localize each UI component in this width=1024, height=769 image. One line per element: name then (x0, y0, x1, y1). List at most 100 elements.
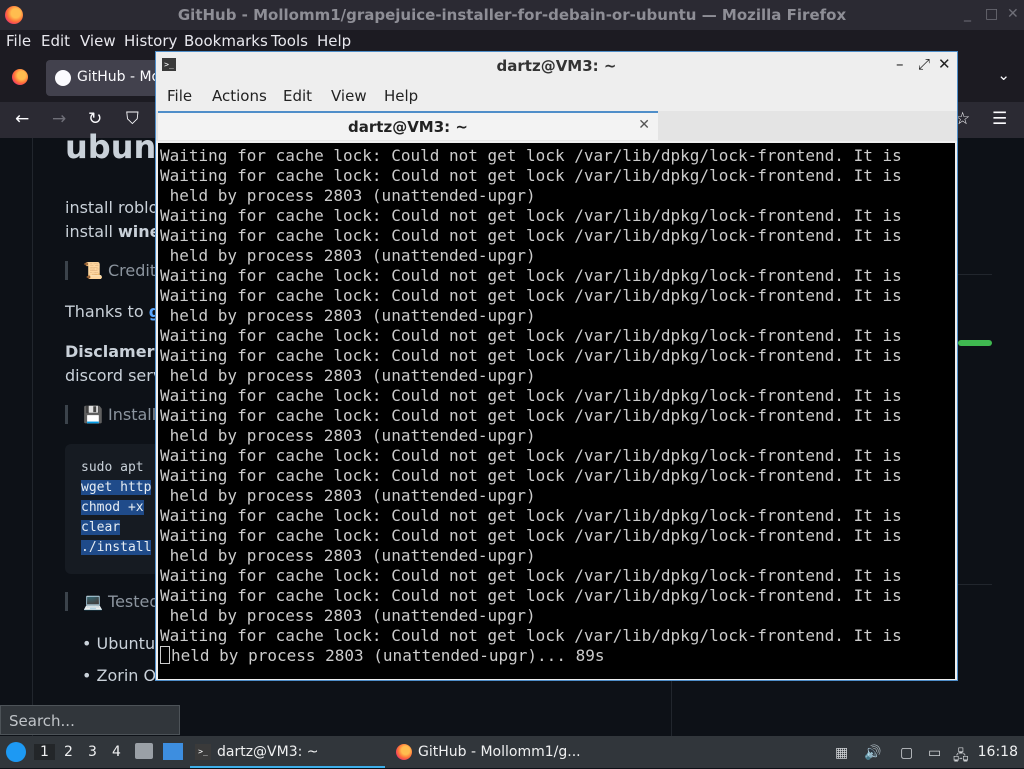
terminal-line: held by process 2803 (unattended-upgr) (160, 426, 536, 445)
terminal-line: held by process 2803 (unattended-upgr) (160, 186, 536, 205)
menu-tools[interactable]: Tools (271, 32, 308, 50)
menu-file[interactable]: File (6, 32, 31, 50)
menu-edit[interactable]: Edit (41, 32, 70, 50)
terminal-titlebar[interactable]: >_ dartz@VM3: ~ – ⤢ ✕ (156, 52, 957, 79)
menu-help[interactable]: Help (317, 32, 351, 50)
forward-icon[interactable]: → (52, 109, 66, 129)
terminal-line: Waiting for cache lock: Could not get lo… (160, 466, 902, 485)
terminal-line: Waiting for cache lock: Could not get lo… (160, 506, 902, 525)
terminal-line: Waiting for cache lock: Could not get lo… (160, 146, 902, 165)
app-menu-icon[interactable]: ☰ (992, 109, 1007, 129)
firefox-titlebar: GitHub - Mollomm1/grapejuice-installer-f… (0, 0, 1024, 30)
maximize-icon[interactable]: □ (985, 6, 998, 22)
launcher-search-input[interactable]: Search... (0, 705, 180, 735)
code-line: sudo apt (81, 460, 144, 475)
term-menu-view[interactable]: View (331, 87, 367, 105)
terminal-tab-label: dartz@VM3: ~ (348, 118, 468, 136)
thanks-prefix: Thanks to (65, 302, 149, 321)
install-code-block[interactable]: sudo apt wget http chmod +x clear ./inst… (65, 444, 165, 574)
task-firefox[interactable]: GitHub - Mollomm1/g... (390, 736, 590, 768)
clock: 16:18 (977, 744, 1018, 760)
terminal-line: Waiting for cache lock: Could not get lo… (160, 286, 902, 305)
workspace-4[interactable]: 4 (112, 744, 121, 760)
firefox-menubar: File Edit View History Bookmarks Tools H… (0, 30, 1024, 52)
reload-icon[interactable]: ↻ (88, 109, 102, 129)
terminal-line: Waiting for cache lock: Could not get lo… (160, 226, 902, 245)
terminal-line: held by process 2803 (unattended-upgr)..… (160, 646, 604, 666)
terminal-line: held by process 2803 (unattended-upgr) (160, 246, 536, 265)
terminal-line: held by process 2803 (unattended-upgr) (160, 486, 536, 505)
terminal-line: held by process 2803 (unattended-upgr) (160, 546, 536, 565)
clipboard-icon[interactable]: ▦ (835, 745, 848, 761)
notes-icon[interactable]: ▢ (900, 745, 913, 761)
terminal-line: Waiting for cache lock: Could not get lo… (160, 406, 902, 425)
terminal-line: Waiting for cache lock: Could not get lo… (160, 386, 902, 405)
terminal-line: Waiting for cache lock: Could not get lo… (160, 346, 902, 365)
term-menu-edit[interactable]: Edit (283, 87, 312, 105)
minimize-icon[interactable]: – (896, 55, 904, 73)
close-icon[interactable]: ✕ (938, 55, 951, 73)
task-terminal-label: dartz@VM3: ~ (217, 744, 319, 760)
terminal-icon: >_ (195, 744, 211, 760)
terminal-tab[interactable]: dartz@VM3: ~ ✕ (158, 111, 658, 140)
file-manager-icon[interactable] (135, 743, 153, 759)
terminal-tabbar: dartz@VM3: ~ ✕ (156, 111, 957, 141)
code-line: chmod +x (81, 500, 144, 515)
terminal-line: held by process 2803 (unattended-upgr) (160, 606, 536, 625)
taskbar: 1 2 3 4 >_ dartz@VM3: ~ GitHub - Mollomm… (0, 736, 1024, 768)
terminal-cursor (160, 646, 170, 664)
workspace-2[interactable]: 2 (64, 744, 73, 760)
language-bar (958, 340, 992, 346)
close-tab-icon[interactable]: ✕ (638, 117, 650, 133)
terminal-line: Waiting for cache lock: Could not get lo… (160, 326, 902, 345)
terminal-line: Waiting for cache lock: Could not get lo… (160, 586, 902, 605)
term-menu-file[interactable]: File (167, 87, 192, 105)
terminal-window-title: dartz@VM3: ~ (496, 57, 617, 75)
terminal-line: Waiting for cache lock: Could not get lo… (160, 266, 902, 285)
minimize-icon[interactable]: _ (964, 6, 971, 22)
workspace-3[interactable]: 3 (88, 744, 97, 760)
firefox-window-title: GitHub - Mollomm1/grapejuice-installer-f… (177, 6, 847, 24)
maximize-icon[interactable]: ⤢ (918, 55, 930, 73)
display-icon[interactable]: ▭ (928, 745, 941, 761)
terminal-window[interactable]: >_ dartz@VM3: ~ – ⤢ ✕ File Actions Edit … (155, 51, 958, 681)
menu-view[interactable]: View (80, 32, 116, 50)
thanks-text: Thanks to gr (65, 302, 168, 321)
term-menu-actions[interactable]: Actions (212, 87, 267, 105)
network-icon[interactable]: 🖧 (953, 745, 969, 769)
app-launcher-icon[interactable] (6, 742, 26, 762)
volume-icon[interactable]: 🔊 (864, 745, 881, 761)
firefox-icon (396, 744, 412, 760)
back-icon[interactable]: ← (15, 109, 29, 129)
install-heading: 💾 Install (65, 405, 156, 424)
credits-heading: 📜 Credits (65, 261, 164, 280)
terminal-line: Waiting for cache lock: Could not get lo… (160, 526, 902, 545)
firefox-view-icon[interactable] (12, 69, 28, 85)
terminal-line: Waiting for cache lock: Could not get lo… (160, 206, 902, 225)
show-desktop-icon[interactable] (163, 743, 183, 760)
terminal-line: Waiting for cache lock: Could not get lo… (160, 166, 902, 185)
close-icon[interactable]: ✕ (1007, 6, 1019, 22)
menu-bookmarks[interactable]: Bookmarks (184, 32, 268, 50)
terminal-line: held by process 2803 (unattended-upgr) (160, 306, 536, 325)
browser-tab-label: GitHub - Mo (77, 69, 161, 85)
tested-item: • Zorin OS (82, 666, 167, 685)
browser-tab-github[interactable]: GitHub - Mo (46, 60, 166, 96)
terminal-line: Waiting for cache lock: Could not get lo… (160, 626, 902, 645)
workspace-1[interactable]: 1 (34, 744, 55, 760)
readme-intro-2-prefix: install (65, 222, 118, 241)
terminal-line: Waiting for cache lock: Could not get lo… (160, 446, 902, 465)
menu-history[interactable]: History (124, 32, 177, 50)
code-line: ./install (81, 540, 152, 555)
shield-icon[interactable]: ⛉ (126, 109, 139, 129)
term-menu-help[interactable]: Help (384, 87, 418, 105)
terminal-last-line-text: held by process 2803 (unattended-upgr)..… (171, 646, 605, 665)
list-all-tabs-icon[interactable]: ⌄ (997, 66, 1010, 84)
tested-heading: 💻 Tested (65, 592, 160, 611)
task-firefox-label: GitHub - Mollomm1/g... (418, 744, 581, 760)
terminal-output[interactable]: Waiting for cache lock: Could not get lo… (158, 143, 955, 679)
terminal-line: Waiting for cache lock: Could not get lo… (160, 566, 902, 585)
github-favicon-icon (55, 70, 71, 86)
task-terminal[interactable]: >_ dartz@VM3: ~ (190, 736, 385, 768)
terminal-line: held by process 2803 (unattended-upgr) (160, 366, 536, 385)
